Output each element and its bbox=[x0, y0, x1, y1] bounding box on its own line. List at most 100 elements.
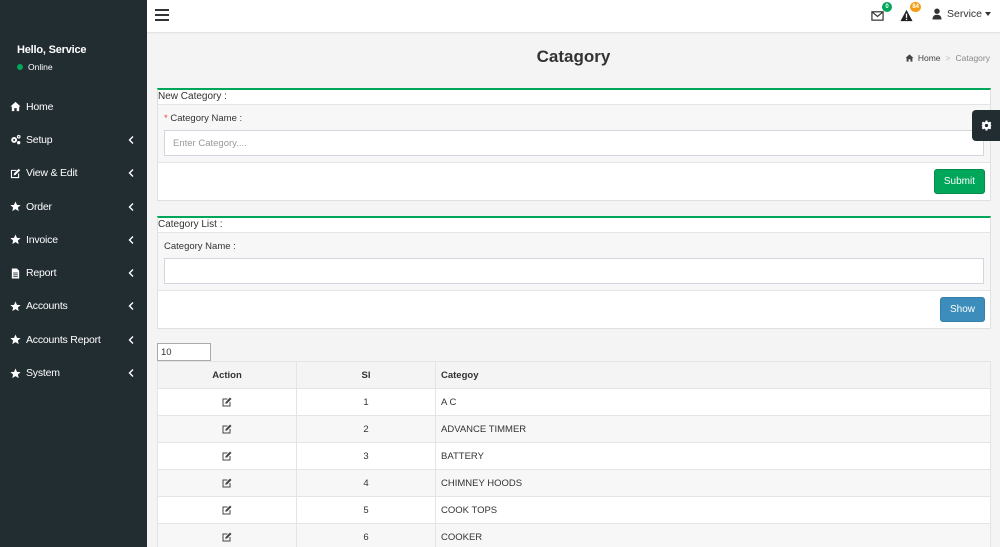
home-icon bbox=[905, 54, 918, 62]
caret-down-icon bbox=[985, 12, 992, 16]
page-title: Catagory bbox=[536, 47, 611, 66]
edit-icon[interactable] bbox=[222, 451, 232, 461]
action-cell bbox=[157, 415, 297, 443]
sidebar-item-label: Invoice bbox=[26, 233, 58, 246]
new-category-box: New Category : * Category Name : Submit bbox=[157, 88, 991, 201]
table-row: 4 CHIMNEY HOODS bbox=[157, 469, 991, 497]
sl-cell: 1 bbox=[296, 388, 436, 416]
category-list-footer: Show bbox=[158, 291, 990, 328]
sidebar-item-label: Order bbox=[26, 200, 52, 213]
category-cell: A C bbox=[435, 388, 991, 416]
category-cell: COOK TOPS bbox=[435, 496, 991, 524]
submit-button[interactable]: Submit bbox=[933, 169, 985, 194]
action-cell bbox=[157, 442, 297, 470]
home-icon bbox=[10, 101, 21, 112]
user-menu-label: Service bbox=[947, 8, 983, 20]
chevron-left-icon bbox=[128, 169, 134, 178]
sidebar-item-label: Accounts Report bbox=[26, 333, 101, 346]
sidebar-item-accounts[interactable]: Accounts bbox=[0, 290, 147, 323]
star-icon bbox=[10, 201, 21, 212]
show-button[interactable]: Show bbox=[939, 297, 985, 322]
hamburger-menu-icon[interactable] bbox=[155, 9, 169, 21]
edit-icon[interactable] bbox=[222, 478, 232, 488]
sidebar-item-label: Home bbox=[26, 100, 54, 113]
category-name-label: * Category Name : bbox=[164, 113, 984, 124]
action-cell bbox=[157, 523, 297, 547]
sl-cell: 5 bbox=[296, 496, 436, 524]
user-menu-dropdown[interactable]: Service bbox=[932, 8, 992, 20]
sidebar-item-home[interactable]: Home bbox=[0, 90, 147, 123]
star-icon bbox=[10, 367, 21, 379]
breadcrumb: Home > Catagory bbox=[905, 53, 990, 63]
chevron-left-icon bbox=[128, 269, 134, 278]
column-header-action[interactable]: Action bbox=[157, 361, 297, 389]
edit-icon[interactable] bbox=[222, 424, 232, 434]
chevron-left-icon bbox=[128, 202, 134, 211]
alerts-count-badge: 84 bbox=[910, 2, 921, 12]
new-category-title: New Category : bbox=[158, 90, 990, 104]
category-list-title: Category List : bbox=[158, 218, 990, 232]
sl-cell: 2 bbox=[296, 415, 436, 443]
star-icon bbox=[10, 234, 21, 245]
chevron-left-icon bbox=[128, 135, 134, 144]
column-header-sl[interactable]: Sl bbox=[296, 361, 436, 389]
breadcrumb-separator: > bbox=[945, 53, 951, 63]
chevron-left-icon bbox=[128, 302, 134, 311]
filter-category-name-label: Category Name : bbox=[164, 241, 236, 252]
star-icon bbox=[10, 301, 21, 312]
action-cell bbox=[157, 469, 297, 497]
user-panel: Hello, Service Online bbox=[0, 0, 147, 90]
sidebar-item-invoice[interactable]: Invoice bbox=[0, 223, 147, 256]
column-header-category[interactable]: Categoy bbox=[435, 361, 991, 389]
gear-icon bbox=[980, 120, 992, 131]
sidebar-item-view-edit[interactable]: View & Edit bbox=[0, 157, 147, 190]
table-row: 1 A C bbox=[157, 388, 991, 416]
star-icon bbox=[10, 334, 21, 345]
sidebar: Hello, Service Online Home Setup View & … bbox=[0, 0, 147, 547]
sl-cell: 6 bbox=[296, 523, 436, 547]
category-cell: COOKER bbox=[435, 523, 991, 547]
category-cell: ADVANCE TIMMER bbox=[435, 415, 991, 443]
category-name-input[interactable] bbox=[164, 130, 984, 156]
online-dot-icon bbox=[17, 64, 23, 70]
category-list-box: Category List : Category Name : Show bbox=[157, 216, 991, 329]
alerts-button[interactable]: 84 bbox=[900, 2, 921, 23]
breadcrumb-home-link[interactable]: Home bbox=[918, 53, 941, 63]
settings-toggle-button[interactable] bbox=[972, 110, 1000, 141]
user-greeting: Hello, Service bbox=[17, 44, 87, 56]
filter-category-name-input[interactable] bbox=[164, 258, 984, 284]
sidebar-menu: Home Setup View & Edit Order Invoice Rep… bbox=[0, 90, 147, 390]
category-cell: CHIMNEY HOODS bbox=[435, 469, 991, 497]
action-cell bbox=[157, 388, 297, 416]
chevron-left-icon bbox=[128, 369, 134, 378]
main-content: Catagory Home > Catagory New Category : … bbox=[147, 34, 1000, 547]
edit-icon[interactable] bbox=[222, 505, 232, 515]
required-mark: * bbox=[164, 113, 168, 124]
edit-icon bbox=[10, 168, 21, 179]
sidebar-item-report[interactable]: Report bbox=[0, 256, 147, 289]
sidebar-item-setup[interactable]: Setup bbox=[0, 123, 147, 156]
table-row: 6 COOKER bbox=[157, 523, 991, 547]
table-header-row: Action Sl Categoy bbox=[157, 361, 991, 389]
messages-count-badge: 0 bbox=[882, 2, 892, 12]
sidebar-item-label: View & Edit bbox=[26, 167, 78, 180]
top-navbar: 0 84 Service bbox=[147, 0, 1000, 33]
edit-icon[interactable] bbox=[222, 397, 232, 407]
file-icon bbox=[10, 268, 21, 279]
sl-cell: 4 bbox=[296, 469, 436, 497]
chevron-left-icon bbox=[128, 235, 134, 244]
table-row: 3 BATTERY bbox=[157, 442, 991, 470]
sidebar-item-accounts-report[interactable]: Accounts Report bbox=[0, 323, 147, 356]
sidebar-item-system[interactable]: System bbox=[0, 356, 147, 389]
category-cell: BATTERY bbox=[435, 442, 991, 470]
table-row: 2 ADVANCE TIMMER bbox=[157, 415, 991, 443]
user-status-label: Online bbox=[28, 62, 53, 72]
new-category-form: * Category Name : bbox=[158, 104, 990, 163]
sidebar-item-order[interactable]: Order bbox=[0, 190, 147, 223]
messages-button[interactable]: 0 bbox=[871, 2, 892, 23]
edit-icon[interactable] bbox=[222, 532, 232, 542]
page-size-input[interactable] bbox=[157, 343, 211, 361]
envelope-icon bbox=[871, 9, 885, 22]
category-table-wrap: Action Sl Categoy 1 A C 2 ADVANCE TIMMER bbox=[157, 361, 991, 547]
gears-icon bbox=[10, 134, 21, 145]
